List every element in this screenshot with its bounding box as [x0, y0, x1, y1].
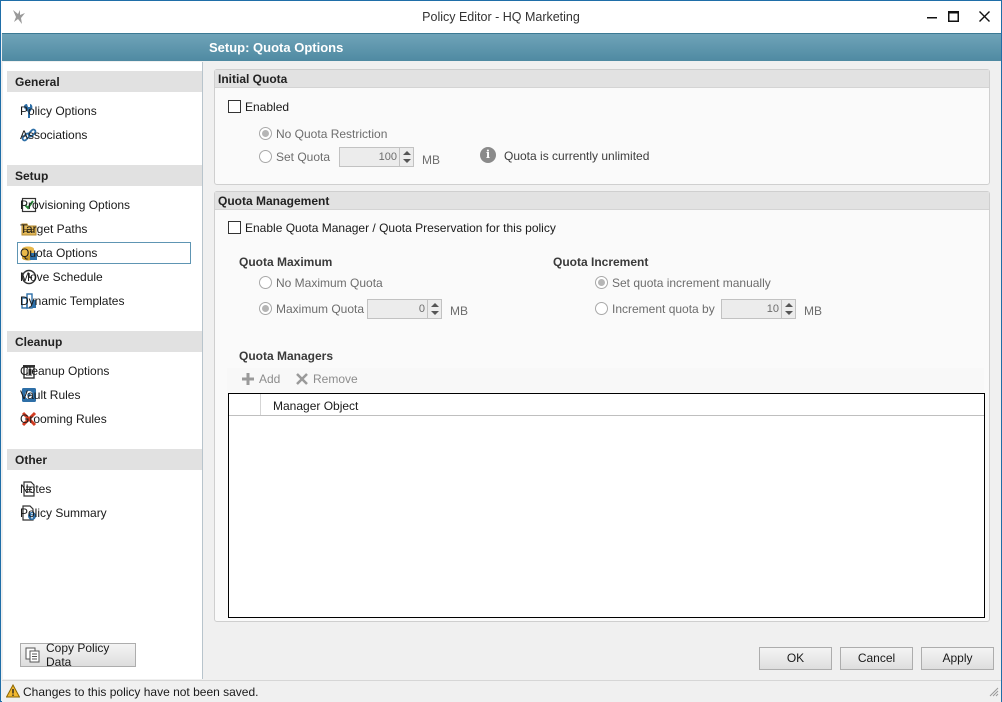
set-quota-radio[interactable]	[259, 150, 272, 163]
managers-grid[interactable]: Manager Object	[228, 393, 985, 618]
increment-quota-unit: MB	[804, 304, 822, 318]
sidebar-item-move-schedule[interactable]: Move Schedule	[17, 266, 191, 288]
maximum-quota-label: Maximum Quota	[276, 302, 365, 316]
maximum-quota-stepper[interactable]: 0	[367, 299, 442, 319]
enable-quota-manager-checkbox[interactable]	[228, 221, 241, 234]
sidebar-item-vault-rules[interactable]: Vault Rules	[17, 384, 191, 406]
quota-management-heading: Quota Management	[215, 192, 989, 210]
quota-managers-heading: Quota Managers	[239, 349, 334, 363]
header-band: Setup: Quota Options	[2, 33, 1001, 61]
managers-toolbar: Add Remove	[227, 368, 984, 392]
title-bar: Policy Editor - HQ Marketing	[1, 1, 1001, 33]
quota-increment-heading: Quota Increment	[553, 255, 649, 269]
apply-button[interactable]: Apply	[921, 647, 994, 670]
increment-quota-radio[interactable]	[595, 302, 608, 315]
maximize-icon	[947, 11, 959, 22]
manual-increment-label: Set quota increment manually	[612, 276, 771, 290]
sidebar-section-cleanup: Cleanup	[7, 331, 202, 352]
status-bar: Changes to this policy have not been sav…	[2, 680, 1001, 702]
sidebar-section-setup: Setup	[7, 165, 202, 186]
sidebar-item-policy-options[interactable]: Policy Options	[17, 100, 191, 122]
increment-quota-stepper[interactable]: 10	[721, 299, 796, 319]
sidebar-item-dynamic-templates[interactable]: Dynamic Templates	[17, 290, 191, 312]
initial-quota-heading: Initial Quota	[215, 70, 989, 88]
sidebar-item-grooming-rules[interactable]: Grooming Rules	[17, 408, 191, 430]
ok-button[interactable]: OK	[759, 647, 832, 670]
enabled-checkbox[interactable]	[228, 100, 241, 113]
manual-increment-radio[interactable]	[595, 276, 608, 289]
sidebar-item-policy-summary[interactable]: Policy Summary	[17, 502, 191, 524]
close-icon	[978, 11, 990, 22]
quota-maximum-heading: Quota Maximum	[239, 255, 333, 269]
quota-info-text: Quota is currently unlimited	[504, 149, 650, 163]
maximum-quota-unit: MB	[450, 304, 468, 318]
add-manager-button[interactable]: Add	[241, 372, 280, 386]
copy-icon	[25, 647, 41, 663]
cancel-button[interactable]: Cancel	[840, 647, 913, 670]
no-quota-restriction-label: No Quota Restriction	[276, 127, 388, 141]
window-title: Policy Editor - HQ Marketing	[422, 10, 580, 24]
maximum-quota-radio[interactable]	[259, 302, 272, 315]
sidebar-item-target-paths[interactable]: Target Paths	[17, 218, 191, 240]
status-text: Changes to this policy have not been sav…	[23, 685, 259, 699]
sidebar-item-cleanup-options[interactable]: Cleanup Options	[17, 360, 191, 382]
sidebar: General Policy Options Associations Setu…	[3, 62, 203, 679]
copy-policy-data-button[interactable]: Copy Policy Data	[20, 641, 136, 669]
remove-manager-button[interactable]: Remove	[295, 372, 358, 386]
page-title: Setup: Quota Options	[209, 40, 344, 55]
stepper-arrows[interactable]	[427, 300, 441, 318]
increment-quota-label: Increment quota by	[612, 302, 715, 316]
set-quota-stepper[interactable]: 100	[339, 147, 414, 167]
sidebar-item-quota-options[interactable]: Quota Options	[17, 242, 191, 264]
enable-quota-manager-label: Enable Quota Manager / Quota Preservatio…	[245, 221, 556, 235]
resize-grip-icon[interactable]	[989, 686, 999, 700]
no-maximum-quota-radio[interactable]	[259, 276, 272, 289]
stepper-arrows[interactable]	[399, 148, 413, 166]
set-quota-unit: MB	[422, 153, 440, 167]
sidebar-item-provisioning-options[interactable]: Provisioning Options	[17, 194, 191, 216]
no-quota-restriction-radio[interactable]	[259, 127, 272, 140]
policy-editor-window: Policy Editor - HQ Marketing Setup: Quot…	[0, 0, 1002, 702]
close-button[interactable]	[961, 1, 1002, 32]
info-icon: i	[480, 147, 496, 163]
sidebar-section-other: Other	[7, 449, 202, 470]
sidebar-item-notes[interactable]: Notes	[17, 478, 191, 500]
no-maximum-quota-label: No Maximum Quota	[276, 276, 383, 290]
manager-object-column-header[interactable]: Manager Object	[273, 399, 358, 413]
sidebar-item-associations[interactable]: Associations	[17, 124, 191, 146]
row-selector-header	[229, 394, 261, 415]
enabled-label: Enabled	[245, 100, 290, 114]
sidebar-section-general: General	[7, 71, 202, 92]
remove-x-icon	[295, 372, 309, 386]
set-quota-label: Set Quota	[276, 150, 331, 164]
plus-icon	[241, 372, 255, 386]
warning-icon	[5, 683, 21, 701]
stepper-arrows[interactable]	[781, 300, 795, 318]
grid-header-row: Manager Object	[229, 394, 984, 416]
